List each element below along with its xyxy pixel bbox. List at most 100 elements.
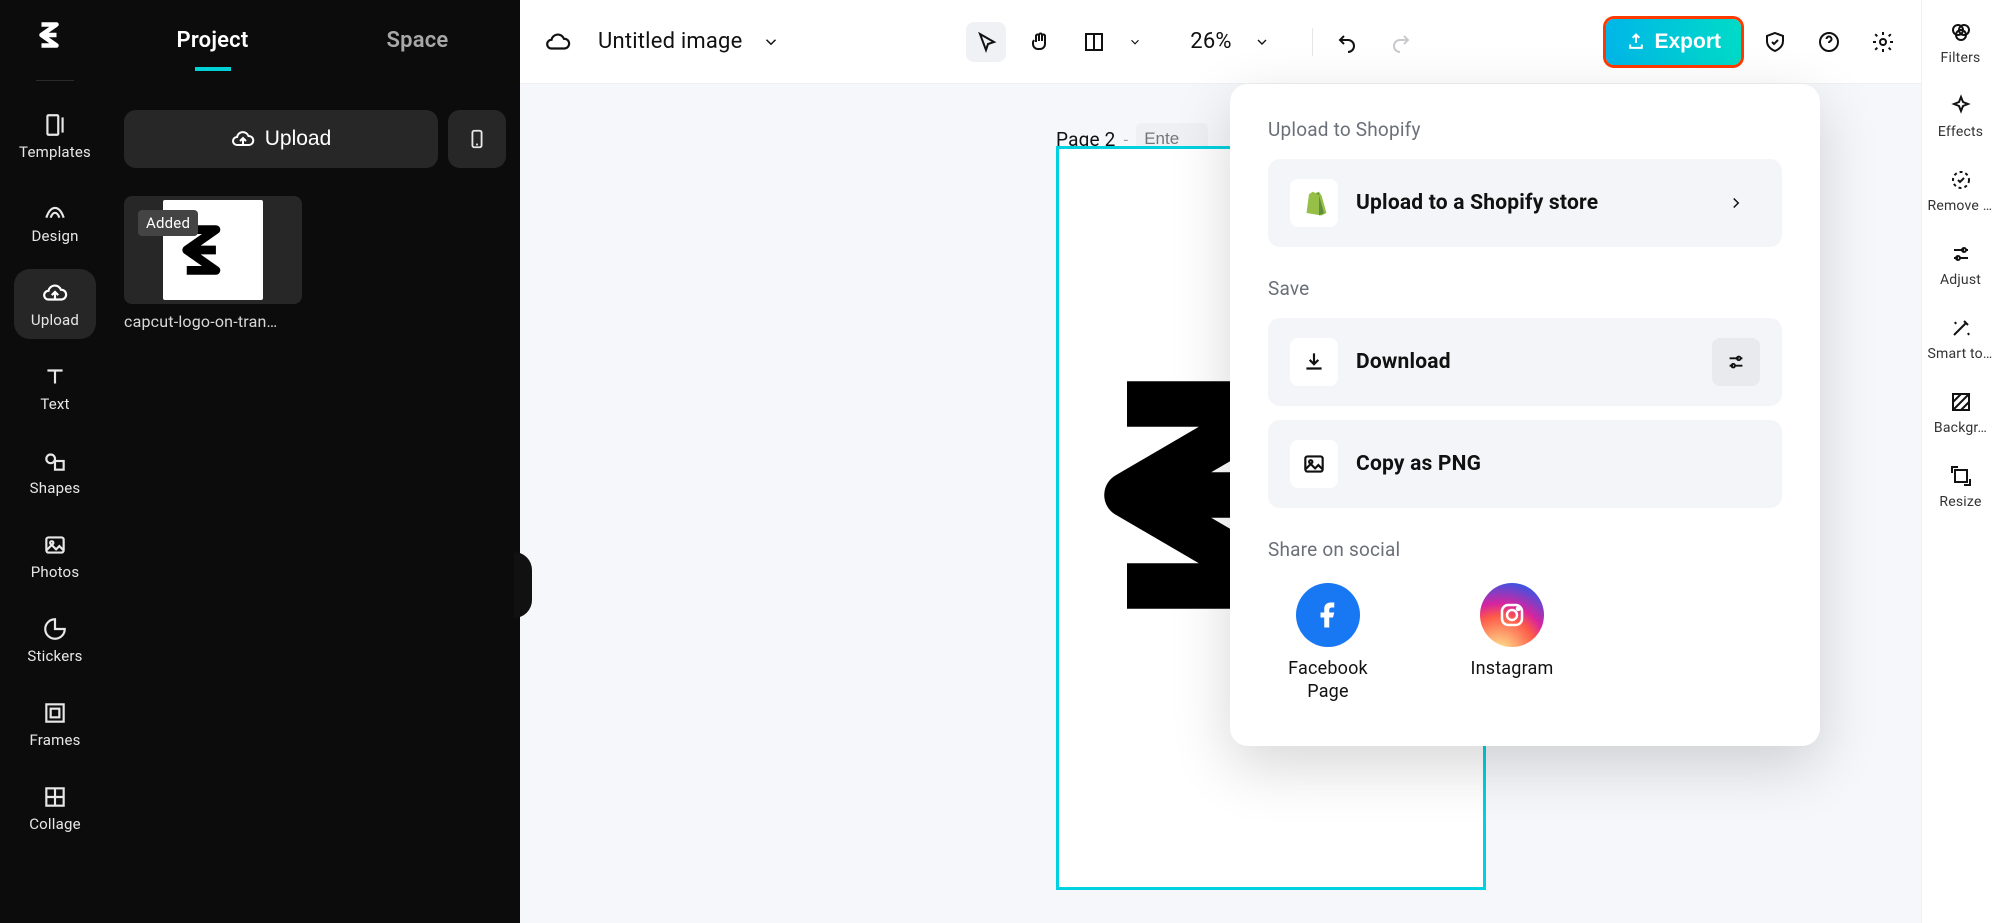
nav-upload[interactable]: Upload bbox=[14, 269, 96, 339]
tool-effects[interactable]: Effects bbox=[1929, 92, 1993, 140]
assets-panel: Project Space Upload Added capcut-logo-o… bbox=[110, 0, 520, 923]
tool-remove-bg-label: Remove backgr… bbox=[1928, 198, 1994, 214]
upload-button[interactable]: Upload bbox=[124, 110, 438, 168]
app-logo[interactable] bbox=[34, 14, 76, 56]
copy-png-option[interactable]: Copy as PNG bbox=[1268, 420, 1782, 508]
help-icon bbox=[1817, 30, 1841, 54]
nav-stickers-label: Stickers bbox=[27, 647, 82, 665]
canvas-area: Page 2 - Upload to Shopify Upload to a S… bbox=[520, 84, 1921, 923]
shield-button[interactable] bbox=[1755, 22, 1795, 62]
download-icon bbox=[1290, 338, 1338, 386]
nav-shapes[interactable]: Shapes bbox=[14, 437, 96, 507]
download-option[interactable]: Download bbox=[1268, 318, 1782, 406]
left-nav-rail: Templates Design Upload Text Shapes Phot… bbox=[0, 0, 110, 923]
collage-icon bbox=[41, 783, 69, 811]
tool-smart[interactable]: Smart tools bbox=[1929, 314, 1993, 362]
tool-background[interactable]: Backgr… bbox=[1929, 388, 1993, 436]
shopify-upload-option[interactable]: Upload to a Shopify store bbox=[1268, 159, 1782, 247]
nav-photos-label: Photos bbox=[31, 563, 80, 581]
layout-dropdown-icon[interactable] bbox=[1128, 35, 1142, 49]
nav-photos[interactable]: Photos bbox=[14, 521, 96, 591]
nav-templates[interactable]: Templates bbox=[14, 101, 96, 171]
shopify-option-label: Upload to a Shopify store bbox=[1356, 191, 1598, 215]
design-icon bbox=[41, 195, 69, 223]
nav-text-label: Text bbox=[40, 395, 69, 413]
right-tools-rail: Filters Effects Remove backgr… Adjust Sm… bbox=[1921, 0, 1999, 923]
facebook-icon bbox=[1296, 583, 1360, 647]
copy-png-option-label: Copy as PNG bbox=[1356, 452, 1481, 476]
filters-icon bbox=[1947, 18, 1975, 46]
export-section-upload-title: Upload to Shopify bbox=[1268, 118, 1782, 141]
help-button[interactable] bbox=[1809, 22, 1849, 62]
asset-thumbnail: Added bbox=[124, 196, 302, 304]
stickers-icon bbox=[41, 615, 69, 643]
zoom-dropdown-icon[interactable] bbox=[1254, 34, 1270, 50]
instagram-icon bbox=[1480, 583, 1544, 647]
settings-button[interactable] bbox=[1863, 22, 1903, 62]
document-title[interactable]: Untitled image bbox=[598, 29, 742, 54]
share-instagram[interactable]: Instagram bbox=[1462, 583, 1562, 704]
sliders-icon bbox=[1725, 351, 1747, 373]
templates-icon bbox=[41, 111, 69, 139]
asset-card[interactable]: Added capcut-logo-on-tran… bbox=[124, 196, 302, 331]
redo-button[interactable] bbox=[1381, 22, 1421, 62]
nav-text[interactable]: Text bbox=[14, 353, 96, 423]
tool-effects-label: Effects bbox=[1938, 124, 1983, 140]
export-popover: Upload to Shopify Upload to a Shopify st… bbox=[1230, 84, 1820, 746]
download-settings-button[interactable] bbox=[1712, 338, 1760, 386]
frames-icon bbox=[41, 699, 69, 727]
facebook-label: Facebook Page bbox=[1278, 657, 1378, 704]
tool-adjust[interactable]: Adjust bbox=[1929, 240, 1993, 288]
tool-adjust-label: Adjust bbox=[1940, 272, 1981, 288]
layout-icon bbox=[1082, 30, 1106, 54]
hand-icon bbox=[1028, 30, 1052, 54]
effects-icon bbox=[1947, 92, 1975, 120]
layout-tool-button[interactable] bbox=[1074, 22, 1114, 62]
mobile-upload-button[interactable] bbox=[448, 110, 506, 168]
tab-project[interactable]: Project bbox=[110, 28, 315, 53]
background-icon bbox=[1947, 388, 1975, 416]
export-icon bbox=[1626, 32, 1646, 52]
nav-design[interactable]: Design bbox=[14, 185, 96, 255]
zoom-level[interactable]: 26% bbox=[1190, 29, 1231, 54]
nav-collage-label: Collage bbox=[29, 815, 81, 833]
nav-collage[interactable]: Collage bbox=[14, 773, 96, 843]
title-dropdown-icon[interactable] bbox=[762, 33, 780, 51]
tab-space[interactable]: Space bbox=[315, 28, 520, 53]
tool-filters-label: Filters bbox=[1941, 50, 1981, 66]
undo-button[interactable] bbox=[1327, 22, 1367, 62]
export-section-save-title: Save bbox=[1268, 277, 1782, 300]
tool-resize[interactable]: Resize bbox=[1929, 462, 1993, 510]
text-icon bbox=[41, 363, 69, 391]
tool-remove-bg[interactable]: Remove backgr… bbox=[1929, 166, 1993, 214]
shopify-icon bbox=[1290, 179, 1338, 227]
hand-tool-button[interactable] bbox=[1020, 22, 1060, 62]
tool-background-label: Backgr… bbox=[1934, 420, 1987, 436]
panel-collapse-handle[interactable] bbox=[514, 552, 532, 618]
nav-frames[interactable]: Frames bbox=[14, 689, 96, 759]
added-badge: Added bbox=[138, 210, 198, 236]
photos-icon bbox=[41, 531, 69, 559]
tool-resize-label: Resize bbox=[1939, 494, 1981, 510]
export-section-share-title: Share on social bbox=[1268, 538, 1782, 561]
redo-icon bbox=[1389, 30, 1413, 54]
export-button[interactable]: Export bbox=[1606, 19, 1741, 65]
shapes-icon bbox=[41, 447, 69, 475]
workspace: Untitled image 26% Export Page 2 - bbox=[520, 0, 1921, 923]
upload-button-label: Upload bbox=[265, 127, 332, 151]
panel-tabs: Project Space bbox=[110, 0, 520, 80]
nav-stickers[interactable]: Stickers bbox=[14, 605, 96, 675]
nav-upload-label: Upload bbox=[31, 311, 79, 329]
cloud-sync-button[interactable] bbox=[538, 22, 578, 62]
upload-icon bbox=[41, 279, 69, 307]
export-button-label: Export bbox=[1654, 30, 1721, 54]
select-tool-button[interactable] bbox=[966, 22, 1006, 62]
phone-icon bbox=[466, 128, 488, 150]
magic-wand-icon bbox=[1947, 314, 1975, 342]
undo-icon bbox=[1335, 30, 1359, 54]
share-facebook[interactable]: Facebook Page bbox=[1278, 583, 1378, 704]
top-toolbar: Untitled image 26% Export bbox=[520, 0, 1921, 84]
tool-smart-label: Smart tools bbox=[1928, 346, 1994, 362]
nav-frames-label: Frames bbox=[29, 731, 80, 749]
tool-filters[interactable]: Filters bbox=[1929, 18, 1993, 66]
